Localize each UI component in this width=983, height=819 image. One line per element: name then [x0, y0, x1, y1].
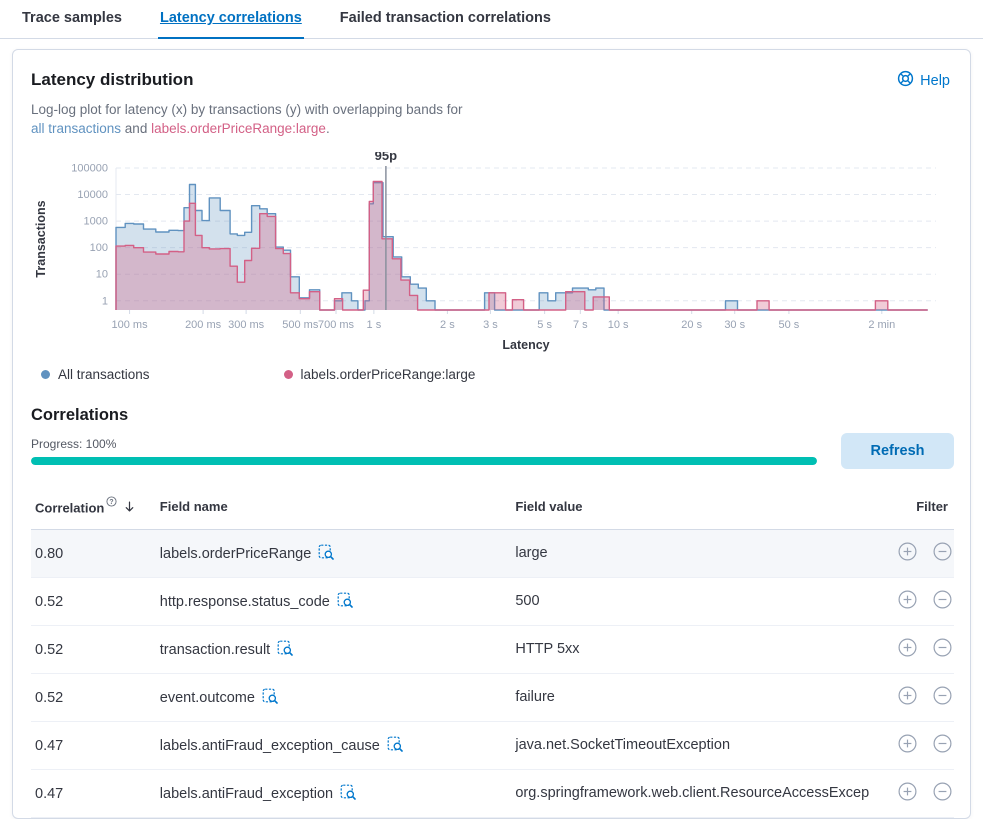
page-title: Latency distribution: [31, 70, 193, 90]
filter-for-value-icon[interactable]: [898, 686, 917, 709]
column-header-correlation[interactable]: Correlation?: [31, 485, 156, 530]
chart-description: Log-log plot for latency (x) by transact…: [31, 100, 954, 138]
table-row[interactable]: 0.52 event.outcome failure: [31, 674, 954, 722]
correlations-table: Correlation? Field name Field value Filt…: [31, 485, 954, 818]
field-statistics-icon[interactable]: [337, 592, 353, 612]
table-row[interactable]: 0.47 labels.antiFraud_exception_cause ja…: [31, 722, 954, 770]
legend-item-order-price-range[interactable]: labels.orderPriceRange:large: [284, 367, 476, 382]
field-name-value: event.outcome: [160, 690, 255, 706]
description-period: .: [326, 121, 330, 136]
correlation-value: 0.80: [31, 530, 156, 578]
field-name-value: transaction.result: [160, 642, 270, 658]
svg-text:100 ms: 100 ms: [112, 319, 149, 331]
legend-label-all: All transactions: [58, 367, 150, 382]
svg-text:3 s: 3 s: [483, 319, 498, 331]
field-statistics-icon[interactable]: [262, 688, 278, 708]
correlations-heading: Correlations: [31, 406, 954, 425]
progress-bar: [31, 457, 817, 465]
svg-text:?: ?: [110, 499, 114, 506]
table-row[interactable]: 0.52 transaction.result HTTP 5xx: [31, 626, 954, 674]
legend-item-all-transactions[interactable]: All transactions: [41, 367, 150, 382]
svg-text:100: 100: [90, 242, 108, 254]
svg-text:20 s: 20 s: [681, 319, 702, 331]
svg-text:95p: 95p: [375, 152, 397, 163]
legend-dot-blue: [41, 370, 50, 379]
progress-label: Progress: 100%: [31, 437, 817, 451]
correlation-value: 0.47: [31, 722, 156, 770]
filter-out-value-icon[interactable]: [933, 686, 952, 709]
field-name-value: http.response.status_code: [160, 594, 330, 610]
svg-text:500 ms: 500 ms: [282, 319, 319, 331]
help-label: Help: [920, 73, 950, 89]
description-and: and: [121, 121, 151, 136]
filter-for-value-icon[interactable]: [898, 590, 917, 613]
svg-text:Latency: Latency: [502, 338, 549, 352]
svg-text:100000: 100000: [71, 163, 108, 175]
question-in-circle-icon[interactable]: ?: [106, 495, 117, 510]
filter-out-value-icon[interactable]: [933, 542, 952, 565]
field-value-value: 500: [515, 591, 539, 612]
svg-text:1000: 1000: [84, 216, 108, 228]
filter-out-value-icon[interactable]: [933, 590, 952, 613]
help-icon: [897, 70, 914, 91]
svg-text:10 s: 10 s: [608, 319, 629, 331]
svg-text:Transactions: Transactions: [34, 200, 48, 277]
field-name-value: labels.orderPriceRange: [160, 546, 312, 562]
sort-descending-icon[interactable]: [123, 502, 136, 517]
all-transactions-link[interactable]: all transactions: [31, 121, 121, 136]
legend-dot-pink: [284, 370, 293, 379]
tab-trace-samples[interactable]: Trace samples: [20, 0, 124, 39]
field-value-value: failure: [515, 687, 555, 708]
table-row[interactable]: 0.52 http.response.status_code 500: [31, 578, 954, 626]
tab-latency-correlations[interactable]: Latency correlations: [158, 0, 304, 39]
field-value-value: large: [515, 543, 547, 564]
column-header-field-name[interactable]: Field name: [156, 485, 512, 530]
progress-block: Progress: 100%: [31, 437, 817, 465]
table-row[interactable]: 0.80 labels.orderPriceRange large: [31, 530, 954, 578]
svg-text:700 ms: 700 ms: [318, 319, 355, 331]
svg-text:1 s: 1 s: [367, 319, 382, 331]
correlation-value: 0.52: [31, 578, 156, 626]
refresh-button[interactable]: Refresh: [841, 433, 954, 469]
legend-label-large: labels.orderPriceRange:large: [301, 367, 476, 382]
svg-text:7 s: 7 s: [573, 319, 588, 331]
field-statistics-icon[interactable]: [277, 640, 293, 660]
svg-text:30 s: 30 s: [724, 319, 745, 331]
svg-text:200 ms: 200 ms: [185, 319, 222, 331]
field-value-value: HTTP 5xx: [515, 639, 579, 660]
field-value-value: java.net.SocketTimeoutException: [515, 735, 730, 756]
column-header-filter: Filter: [894, 485, 954, 530]
description-line1: Log-log plot for latency (x) by transact…: [31, 100, 954, 119]
svg-text:10000: 10000: [77, 189, 108, 201]
column-header-field-value[interactable]: Field value: [511, 485, 894, 530]
filter-for-value-icon[interactable]: [898, 638, 917, 661]
correlation-header-label: Correlation: [35, 500, 104, 515]
correlation-value: 0.52: [31, 626, 156, 674]
order-price-range-link[interactable]: labels.orderPriceRange:large: [151, 121, 326, 136]
svg-text:300 ms: 300 ms: [228, 319, 265, 331]
filter-for-value-icon[interactable]: [898, 734, 917, 757]
field-name-value: labels.antiFraud_exception_cause: [160, 738, 380, 754]
svg-text:5 s: 5 s: [537, 319, 552, 331]
latency-distribution-chart[interactable]: 1 10 100 1000 10000 100000 100 ms 200 ms 300 ms 5…: [31, 152, 954, 357]
filter-for-value-icon[interactable]: [898, 542, 917, 565]
chart-legend: All transactions labels.orderPriceRange:…: [41, 367, 954, 382]
correlation-value: 0.52: [31, 674, 156, 722]
svg-text:1: 1: [102, 295, 108, 307]
svg-text:2 s: 2 s: [440, 319, 455, 331]
filter-out-value-icon[interactable]: [933, 638, 952, 661]
filter-out-value-icon[interactable]: [933, 734, 952, 757]
svg-text:50 s: 50 s: [779, 319, 800, 331]
chart-canvas: 1 10 100 1000 10000 100000 100 ms 200 ms 300 ms 5…: [31, 152, 956, 352]
tab-failed-transaction-correlations[interactable]: Failed transaction correlations: [338, 0, 553, 39]
help-link[interactable]: Help: [897, 70, 950, 91]
svg-text:10: 10: [96, 269, 108, 281]
field-statistics-icon[interactable]: [318, 544, 334, 564]
field-statistics-icon[interactable]: [387, 736, 403, 756]
svg-text:2 min: 2 min: [868, 319, 895, 331]
tab-bar: Trace samples Latency correlations Faile…: [0, 0, 983, 39]
latency-correlations-panel: Latency distribution Help Log-log plot f…: [12, 49, 971, 819]
